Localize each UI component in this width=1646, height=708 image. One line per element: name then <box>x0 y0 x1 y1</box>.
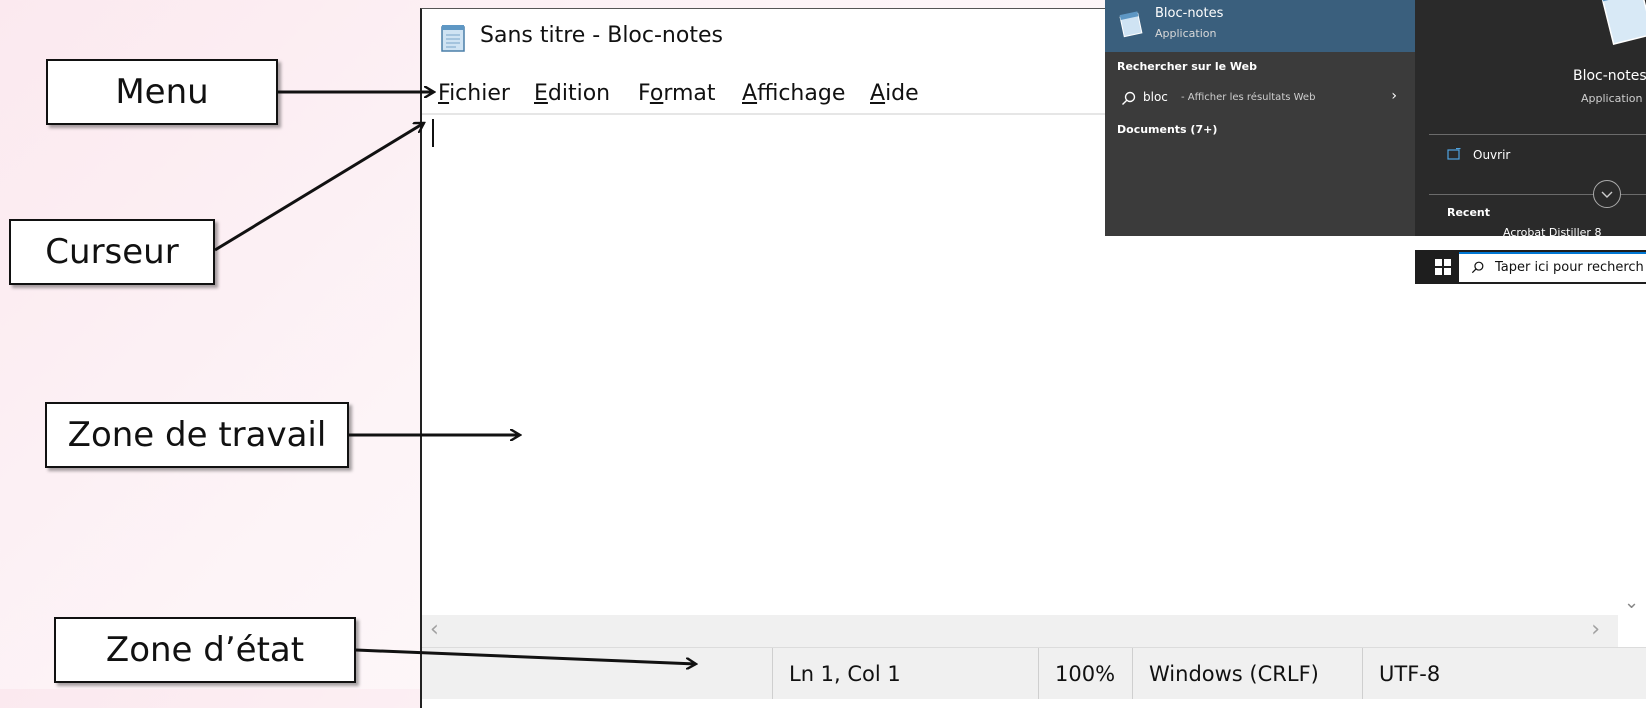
open-label: Ouvrir <box>1473 148 1511 162</box>
menu-edition[interactable]: Edition <box>534 81 610 106</box>
chevron-right-icon: › <box>1391 88 1397 104</box>
taskbar-search-placeholder: Taper ici pour recherch <box>1495 260 1644 275</box>
best-match-name: Bloc-notes <box>1155 6 1224 21</box>
annotation-menu-text: Menu <box>115 72 209 112</box>
recent-item[interactable]: Acrobat Distiller 8 <box>1503 226 1601 236</box>
notepad-icon <box>441 25 465 52</box>
menu-fichier[interactable]: Fichier <box>438 81 510 106</box>
web-search-query: bloc <box>1143 90 1168 104</box>
best-match-item[interactable]: Bloc-notes Application <box>1105 0 1415 52</box>
taskbar-search-box[interactable]: Taper ici pour recherch <box>1459 252 1646 282</box>
menu-aide[interactable]: Aide <box>870 81 919 106</box>
annotation-status-zone-text: Zone d’état <box>105 630 305 670</box>
status-encoding: UTF-8 <box>1362 648 1522 699</box>
documents-section-header[interactable]: Documents (7+) <box>1117 123 1217 136</box>
annotation-workspace: Zone de travail <box>45 402 349 468</box>
search-icon <box>1471 261 1484 274</box>
scroll-down-icon[interactable]: ⌄ <box>1624 592 1639 613</box>
web-section-header: Rechercher sur le Web <box>1117 60 1258 73</box>
horizontal-scrollbar[interactable]: ‹ › <box>422 615 1618 647</box>
taskbar: Taper ici pour recherch <box>1415 250 1646 284</box>
search-icon <box>1122 91 1136 105</box>
detail-app-name: Bloc-notes <box>1573 68 1646 84</box>
recent-header: Recent <box>1447 206 1491 219</box>
scroll-right-icon[interactable]: › <box>1591 617 1600 642</box>
notepad-icon <box>1600 0 1646 46</box>
menu-affichage[interactable]: Affichage <box>742 81 845 106</box>
detail-app-type: Application <box>1581 92 1643 105</box>
annotation-cursor-text: Curseur <box>45 232 179 272</box>
app-detail-panel: Bloc-notes Application Ouvrir Recent Acr… <box>1415 0 1646 236</box>
web-search-item[interactable]: bloc - Afficher les résultats Web › <box>1117 88 1403 110</box>
annotation-workspace-text: Zone de travail <box>67 415 327 455</box>
status-zoom: 100% <box>1038 648 1132 699</box>
status-line-ending: Windows (CRLF) <box>1132 648 1362 699</box>
search-results-panel: Bloc-notes Application Rechercher sur le… <box>1105 0 1415 236</box>
windows-logo-icon[interactable] <box>1435 259 1451 275</box>
notepad-icon <box>1119 11 1143 38</box>
arrow-cursor <box>214 121 424 252</box>
annotation-cursor: Curseur <box>9 219 215 285</box>
text-cursor <box>432 119 434 147</box>
divider <box>1429 134 1646 135</box>
annotation-status-zone: Zone d’état <box>54 617 356 683</box>
web-search-hint: - Afficher les résultats Web <box>1181 92 1316 103</box>
open-icon <box>1447 148 1461 160</box>
expand-icon[interactable] <box>1593 180 1621 208</box>
menu-format[interactable]: Format <box>638 81 716 106</box>
scroll-left-icon[interactable]: ‹ <box>430 617 439 642</box>
window-title: Sans titre - Bloc-notes <box>480 23 723 48</box>
chevron-down-icon <box>1601 191 1613 198</box>
status-bar: Ln 1, Col 1 100% Windows (CRLF) UTF-8 <box>422 647 1646 699</box>
status-position: Ln 1, Col 1 <box>772 648 1038 699</box>
annotation-menu: Menu <box>46 59 278 125</box>
best-match-type: Application <box>1155 27 1217 40</box>
